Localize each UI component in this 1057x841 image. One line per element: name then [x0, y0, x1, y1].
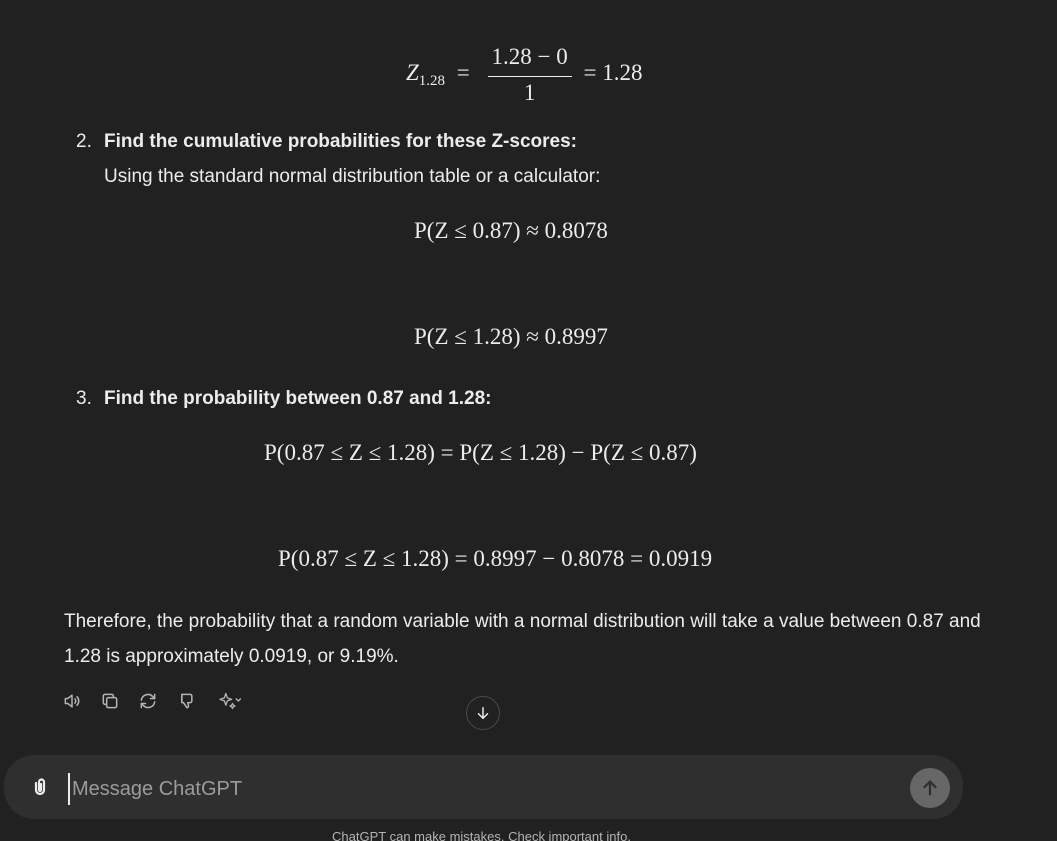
message-composer [4, 755, 963, 819]
step-number: 2. [76, 131, 92, 152]
read-aloud-icon[interactable] [60, 689, 84, 713]
fraction-denominator: 1 [523, 80, 536, 105]
copy-icon[interactable] [98, 689, 122, 713]
step-2-heading: 2. Find the cumulative probabilities for … [76, 131, 577, 153]
thumbs-down-icon[interactable] [174, 689, 198, 713]
paperclip-icon[interactable] [26, 773, 54, 801]
equals-sign: = [456, 59, 470, 85]
regenerate-icon[interactable] [136, 689, 160, 713]
message-input[interactable] [68, 773, 894, 805]
z-score-result: = 1.28 [583, 59, 643, 85]
probability-z-128: P(Z ≤ 1.28) ≈ 0.8997 [414, 324, 608, 349]
probability-between-formula: P(0.87 ≤ Z ≤ 1.28) = P(Z ≤ 1.28) − P(Z ≤… [264, 440, 697, 465]
send-button[interactable] [910, 768, 950, 808]
fraction: 1.28 − 0 1 [487, 44, 572, 105]
message-actions [60, 688, 248, 714]
arrow-down-icon [477, 707, 489, 719]
probability-z-087: P(Z ≤ 0.87) ≈ 0.8078 [414, 218, 608, 243]
arrow-up-icon [923, 780, 937, 796]
fraction-numerator: 1.28 − 0 [487, 44, 572, 77]
disclaimer-text: ChatGPT can make mistakes. Check importa… [332, 829, 631, 841]
step-title: Find the cumulative probabilities for th… [104, 131, 577, 152]
step-3-heading: 3. Find the probability between 0.87 and … [76, 388, 491, 410]
sparkle-icon[interactable] [212, 689, 248, 713]
step-2-subtext: Using the standard normal distribution t… [104, 166, 601, 187]
step-title: Find the probability between 0.87 and 1.… [104, 388, 492, 409]
z-score-equation: Z1.28 = 1.28 − 0 1 = 1.28 [406, 44, 643, 105]
probability-between-result: P(0.87 ≤ Z ≤ 1.28) = 0.8997 − 0.8078 = 0… [278, 546, 713, 571]
z-subscript: 1.28 [418, 72, 446, 89]
step-number: 3. [76, 388, 92, 409]
scroll-down-button[interactable] [466, 696, 500, 730]
conclusion-text: Therefore, the probability that a random… [64, 611, 981, 667]
chat-page: Z1.28 = 1.28 − 0 1 = 1.28 2. Find the cum… [0, 0, 1057, 841]
z-variable: Z [406, 59, 419, 85]
